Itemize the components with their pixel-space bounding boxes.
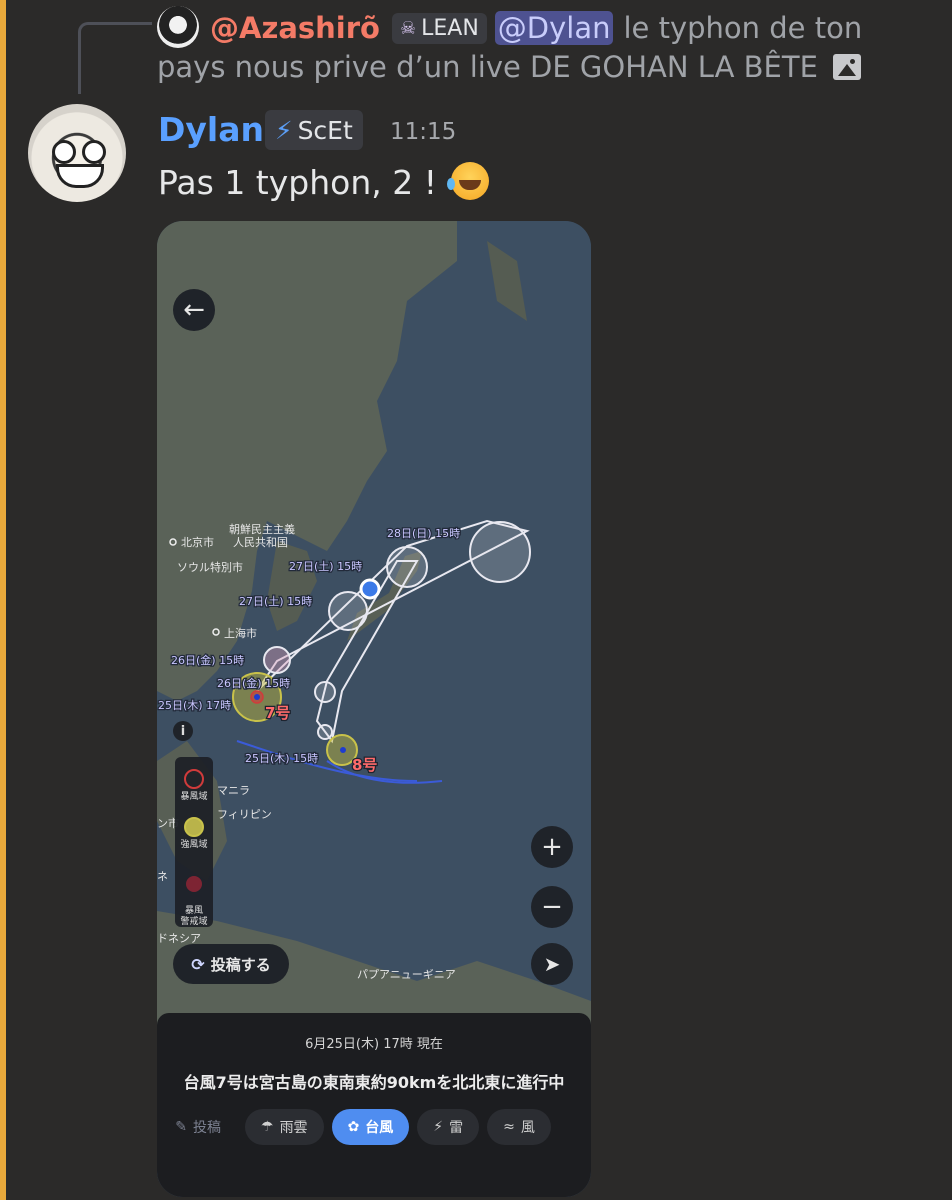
wind-icon: ≈ (503, 1119, 515, 1135)
label-beijing: 北京市 (181, 535, 214, 549)
status-sheet: 6月25日(木) 17時 現在 台風7号は宮古島の東南東約90kmを北北東に進行… (157, 1013, 591, 1197)
back-arrow-icon: ← (183, 295, 205, 325)
typhoon-icon: ✿ (347, 1119, 360, 1135)
tab-label: 雷 (449, 1120, 464, 1136)
zoom-out-button[interactable]: − (531, 886, 573, 928)
reply-text-line2-wrap: pays nous prive d’un live DE GOHAN LA BÊ… (157, 50, 862, 84)
reply-avatar[interactable] (157, 6, 199, 48)
label-ne-fragment: ネ (157, 870, 168, 883)
tab-label: 投稿 (193, 1120, 221, 1136)
typhoon-8-center (340, 747, 346, 753)
reply-text-line1: le typhon de ton (623, 11, 863, 45)
zoom-in-button[interactable]: + (531, 826, 573, 868)
info-icon[interactable]: i (173, 721, 193, 741)
back-button[interactable]: ← (173, 289, 215, 331)
forecast-circle (386, 546, 428, 588)
image-icon (833, 54, 862, 80)
legend-strong-wind-icon (184, 817, 204, 837)
forecast-label: 25日(木) 15時 (245, 752, 318, 765)
avatar-eye (82, 140, 106, 164)
reply-text-line2: pays nous prive d’un live DE GOHAN LA BÊ… (157, 50, 818, 84)
reply-mention[interactable]: @Dylan (494, 11, 614, 45)
status-text: 台風7号は宮古島の東南東約90kmを北北東に進行中 (183, 1073, 565, 1092)
reply-author[interactable]: @Azashirõ (210, 11, 380, 45)
reply-preview[interactable]: @Azashirõ ☠ LEAN @Dylan le typhon de ton (210, 6, 862, 50)
forecast-label: 26日(金) 15時 (217, 676, 290, 690)
tab-lightning[interactable]: ⚡︎ 雷 (417, 1109, 480, 1145)
attachment-image[interactable]: 北京市 朝鮮民主主義 人民共和国 ソウル特別市 上海市 マニラ フィリピン ン市… (157, 221, 591, 1197)
forecast-label: 27日(土) 15時 (289, 560, 362, 573)
lightning-icon: ⚡︎ (275, 115, 293, 145)
forecast-circle (328, 591, 368, 631)
legend-item: 暴風域 (175, 769, 213, 803)
typhoon-7-label: 7号 (265, 704, 290, 722)
tab-post[interactable]: ✎ 投稿 (157, 1109, 237, 1145)
reply-role-tag: ☠ LEAN (391, 12, 487, 44)
reply-connector (78, 22, 152, 94)
label-dprk-2: 人民共和国 (233, 536, 288, 549)
current-location-marker (359, 578, 381, 600)
label-seoul: ソウル特別市 (177, 560, 243, 574)
lightning-icon: ⚡︎ (433, 1119, 444, 1135)
tab-wind[interactable]: ≈ 風 (487, 1109, 551, 1145)
post-button[interactable]: ⟳ 投稿する (173, 944, 289, 984)
tab-label: 風 (520, 1120, 535, 1136)
user-badge: ⚡︎ ScEt (265, 110, 363, 150)
layer-tabbar: ✎ 投稿 ☂ 雨雲 ✿ 台風 ⚡︎ 雷 ≈ 風 (157, 1109, 591, 1149)
typhoon-8-label: 8号 (352, 756, 377, 774)
tab-typhoon[interactable]: ✿ 台風 (331, 1109, 410, 1145)
plus-icon: + (541, 832, 563, 862)
message-text: Pas 1 typhon, 2 ! (158, 163, 437, 202)
legend-storm-warning-icon (186, 876, 202, 892)
avatar-eye (52, 140, 76, 164)
post-button-label: 投稿する (210, 955, 271, 974)
avatar-mouth (56, 164, 104, 188)
forecast-circle (314, 681, 336, 703)
locate-button[interactable]: ➤ (531, 943, 573, 985)
tab-label: 雨雲 (279, 1120, 308, 1136)
skull-icon: ☠ (399, 17, 417, 39)
map-legend: 暴風域 強風域 暴風 警戒域 (175, 757, 213, 927)
forecast-circle (317, 724, 333, 740)
minus-icon: − (541, 892, 563, 922)
legend-item: 強風域 (175, 817, 213, 851)
forecast-circle (469, 521, 531, 583)
legend-label: 暴風 警戒域 (180, 906, 208, 927)
message-text-wrap: Pas 1 typhon, 2 ! (158, 162, 490, 202)
post-icon: ✎ (175, 1119, 187, 1135)
label-png: パプアニューギニア (357, 968, 456, 981)
label-shanghai: 上海市 (224, 626, 257, 640)
forecast-label: 25日(木) 17時 (158, 699, 231, 712)
legend-label: 暴風域 (180, 792, 208, 802)
avatar[interactable] (28, 104, 126, 202)
username[interactable]: Dylan (158, 110, 264, 149)
label-philippines: フィリピン (217, 808, 272, 821)
tab-rain-cloud[interactable]: ☂ 雨雲 (245, 1109, 324, 1145)
label-dprk: 朝鮮民主主義 (229, 522, 295, 536)
role-label: LEAN (421, 15, 479, 41)
forecast-label: 26日(金) 15時 (171, 653, 244, 667)
badge-label: ScEt (297, 115, 353, 145)
mention-highlight-bar (0, 0, 6, 1200)
typhoon-7-center (254, 694, 260, 700)
forecast-label: 27日(土) 15時 (239, 595, 312, 608)
label-manila: マニラ (217, 784, 250, 797)
tab-label: 台風 (365, 1120, 394, 1136)
legend-item: 暴風 警戒域 (175, 865, 213, 928)
legend-label: 強風域 (180, 840, 208, 850)
status-date: 6月25日(木) 17時 現在 (305, 1037, 443, 1052)
post-icon: ⟳ (191, 954, 205, 974)
timestamp: 11:15 (390, 119, 457, 145)
navigation-arrow-icon: ➤ (543, 952, 561, 976)
forecast-label: 28日(日) 15時 (387, 527, 460, 540)
legend-storm-icon (184, 769, 204, 789)
rofl-emoji-icon (447, 162, 490, 200)
forecast-circle (263, 646, 291, 674)
rain-cloud-icon: ☂ (261, 1119, 274, 1135)
